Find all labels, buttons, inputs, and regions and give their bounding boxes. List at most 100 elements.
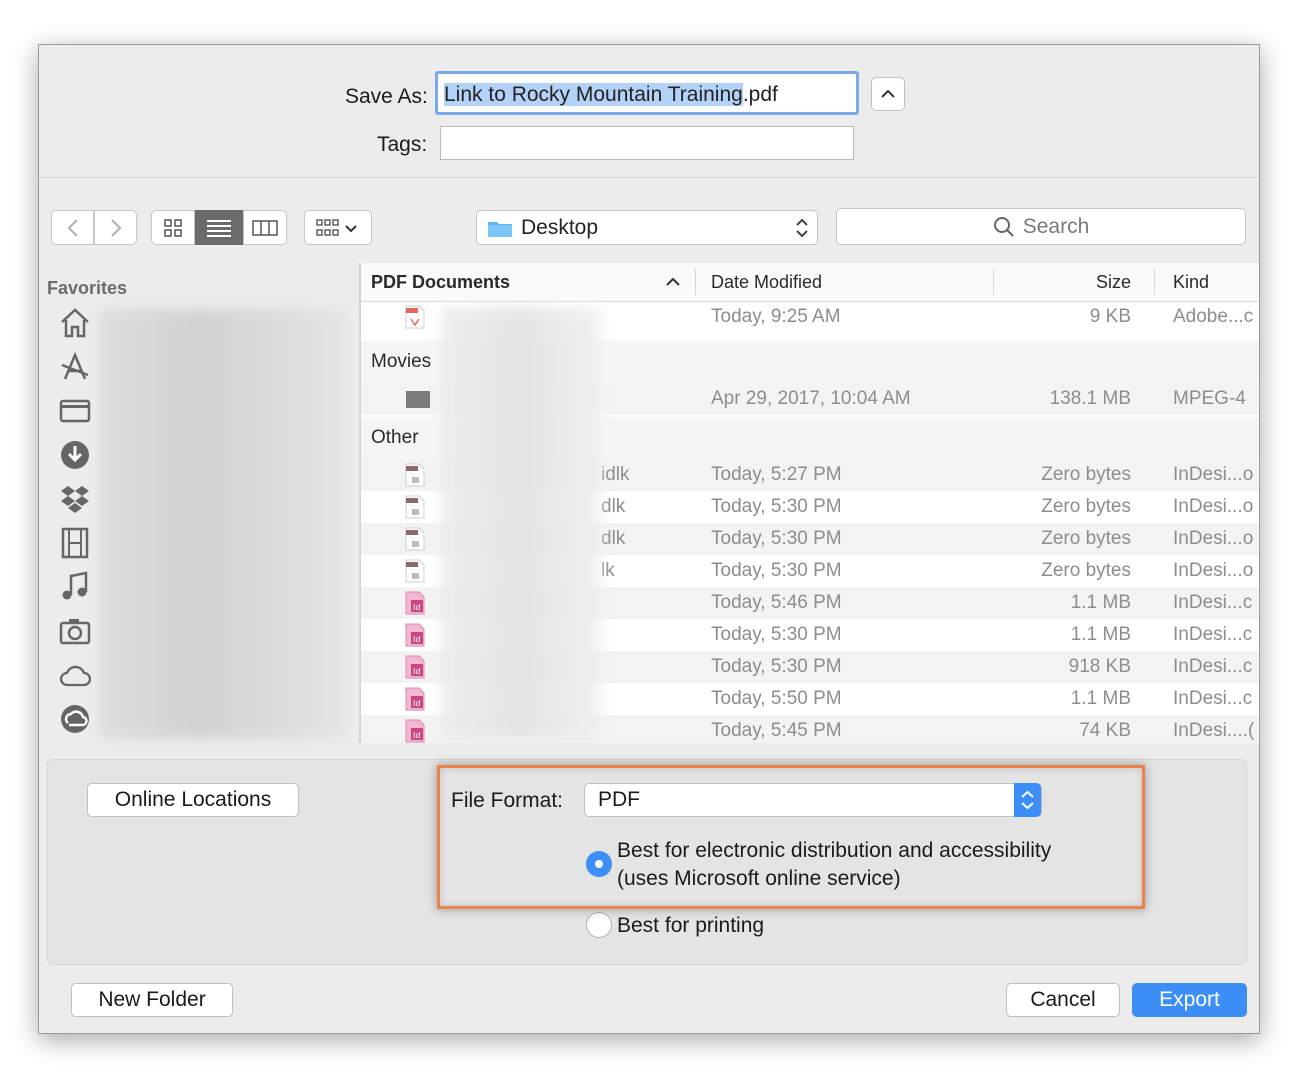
indesign-file-icon: Id bbox=[405, 623, 425, 647]
group-by-button[interactable] bbox=[304, 210, 372, 245]
search-icon bbox=[993, 216, 1014, 237]
row-date: Today, 5:45 PM bbox=[711, 720, 842, 741]
filenames-redacted bbox=[441, 307, 601, 739]
sidebar-labels-redacted bbox=[99, 309, 349, 739]
indesign-file-icon: Id bbox=[405, 591, 425, 615]
forward-button[interactable] bbox=[94, 210, 137, 245]
tags-label: Tags: bbox=[377, 133, 428, 156]
lock-file-icon bbox=[405, 495, 425, 519]
row-size: 1.1 MB bbox=[1070, 592, 1131, 613]
row-name-tail: dlk bbox=[601, 528, 626, 549]
row-kind: InDesi...o bbox=[1173, 560, 1254, 581]
row-kind: InDesi...c bbox=[1173, 624, 1253, 645]
row-kind: InDesi...o bbox=[1173, 528, 1254, 549]
row-date: Today, 5:30 PM bbox=[711, 496, 842, 517]
save-as-input[interactable]: Link to Rocky Mountain Training.pdf bbox=[435, 71, 859, 115]
row-date: Today, 5:30 PM bbox=[711, 624, 842, 645]
tags-input[interactable] bbox=[440, 126, 854, 160]
row-date: Today, 5:30 PM bbox=[711, 656, 842, 677]
online-locations-button[interactable]: Online Locations bbox=[87, 783, 299, 817]
downloads-icon[interactable] bbox=[59, 439, 91, 471]
row-name-tail: lk bbox=[601, 560, 615, 581]
row-date: Today, 5:30 PM bbox=[711, 528, 842, 549]
row-size: Zero bytes bbox=[1041, 560, 1131, 581]
row-date: Today, 5:27 PM bbox=[711, 464, 842, 485]
option-printing: Best for printing bbox=[617, 914, 765, 937]
list-icon bbox=[207, 219, 231, 237]
indesign-file-icon: Id bbox=[405, 687, 425, 711]
icloud-icon[interactable] bbox=[59, 659, 91, 691]
svg-text:Id: Id bbox=[413, 603, 420, 612]
folder-icon bbox=[488, 221, 512, 237]
back-button[interactable] bbox=[51, 210, 94, 245]
row-size: 74 KB bbox=[1079, 720, 1131, 741]
row-date: Today, 5:46 PM bbox=[711, 592, 842, 613]
row-kind: InDesi....( bbox=[1173, 720, 1255, 741]
list-view-button[interactable] bbox=[195, 210, 243, 245]
save-as-extension: .pdf bbox=[742, 83, 778, 106]
sort-ascending-icon[interactable] bbox=[666, 277, 680, 287]
home-icon[interactable] bbox=[59, 307, 91, 339]
annotation-highlight-box bbox=[437, 765, 1145, 909]
icon-view-button[interactable] bbox=[151, 210, 195, 245]
file-list[interactable]: PDF Documents Date Modified Size Kind To… bbox=[361, 263, 1259, 743]
row-size: Zero bytes bbox=[1041, 528, 1131, 549]
row-size: 138.1 MB bbox=[1049, 388, 1131, 409]
group-label: Movies bbox=[371, 351, 432, 372]
grid-icon bbox=[164, 218, 182, 237]
lock-file-icon bbox=[405, 463, 425, 487]
desktop-icon[interactable] bbox=[59, 395, 91, 427]
search-placeholder: Search bbox=[1022, 214, 1090, 238]
save-as-label: Save As: bbox=[345, 85, 428, 108]
radio-best-for-printing[interactable] bbox=[586, 912, 612, 938]
column-header-kind[interactable]: Kind bbox=[1173, 272, 1209, 293]
sidebar: Favorites bbox=[39, 263, 359, 743]
row-size: Zero bytes bbox=[1041, 496, 1131, 517]
column-header-name[interactable]: PDF Documents bbox=[371, 272, 510, 293]
chevron-right-icon bbox=[110, 218, 121, 237]
row-size: 1.1 MB bbox=[1070, 624, 1131, 645]
location-popup[interactable]: Desktop bbox=[476, 210, 818, 245]
row-size: 9 KB bbox=[1089, 306, 1131, 327]
pdf-file-icon bbox=[405, 305, 425, 329]
chevron-left-icon bbox=[67, 218, 78, 237]
search-field[interactable]: Search bbox=[836, 208, 1246, 245]
row-kind: InDesi...c bbox=[1173, 656, 1253, 677]
pictures-icon[interactable] bbox=[59, 615, 91, 647]
updown-chevron-icon bbox=[796, 218, 808, 238]
new-folder-button[interactable]: New Folder bbox=[71, 983, 233, 1017]
lock-file-icon bbox=[405, 559, 425, 583]
collapse-button[interactable] bbox=[871, 77, 905, 111]
chevron-up-icon bbox=[881, 89, 895, 98]
column-header-size[interactable]: Size bbox=[1096, 272, 1131, 293]
svg-text:Id: Id bbox=[413, 635, 420, 644]
column-header-date[interactable]: Date Modified bbox=[711, 272, 822, 293]
row-kind: MPEG-4 bbox=[1173, 388, 1246, 409]
save-as-selected-text: Link to Rocky Mountain Training bbox=[444, 83, 743, 106]
cancel-button[interactable]: Cancel bbox=[1006, 983, 1120, 1017]
movie-file-icon bbox=[406, 391, 430, 408]
row-kind: InDesi...c bbox=[1173, 592, 1253, 613]
creative-cloud-icon[interactable] bbox=[59, 703, 91, 735]
row-size: 1.1 MB bbox=[1070, 688, 1131, 709]
row-date: Today, 5:50 PM bbox=[711, 688, 842, 709]
row-size: Zero bytes bbox=[1041, 464, 1131, 485]
export-button[interactable]: Export bbox=[1132, 983, 1247, 1017]
indesign-file-icon: Id bbox=[405, 719, 425, 743]
movies-icon[interactable] bbox=[59, 527, 91, 559]
dropbox-icon[interactable] bbox=[59, 483, 91, 515]
lock-file-icon bbox=[405, 527, 425, 551]
indesign-file-icon: Id bbox=[405, 655, 425, 679]
group-icon bbox=[316, 218, 357, 236]
applications-icon[interactable] bbox=[59, 351, 91, 383]
row-kind: Adobe...c bbox=[1173, 306, 1254, 327]
row-kind: InDesi...c bbox=[1173, 688, 1253, 709]
columns-icon bbox=[252, 219, 278, 236]
row-date: Today, 5:30 PM bbox=[711, 560, 842, 581]
row-date: Today, 9:25 AM bbox=[711, 306, 841, 327]
sidebar-heading: Favorites bbox=[47, 278, 128, 298]
group-label: Other bbox=[371, 427, 419, 448]
svg-text:Id: Id bbox=[413, 699, 420, 708]
column-view-button[interactable] bbox=[243, 210, 287, 245]
music-icon[interactable] bbox=[59, 571, 91, 603]
